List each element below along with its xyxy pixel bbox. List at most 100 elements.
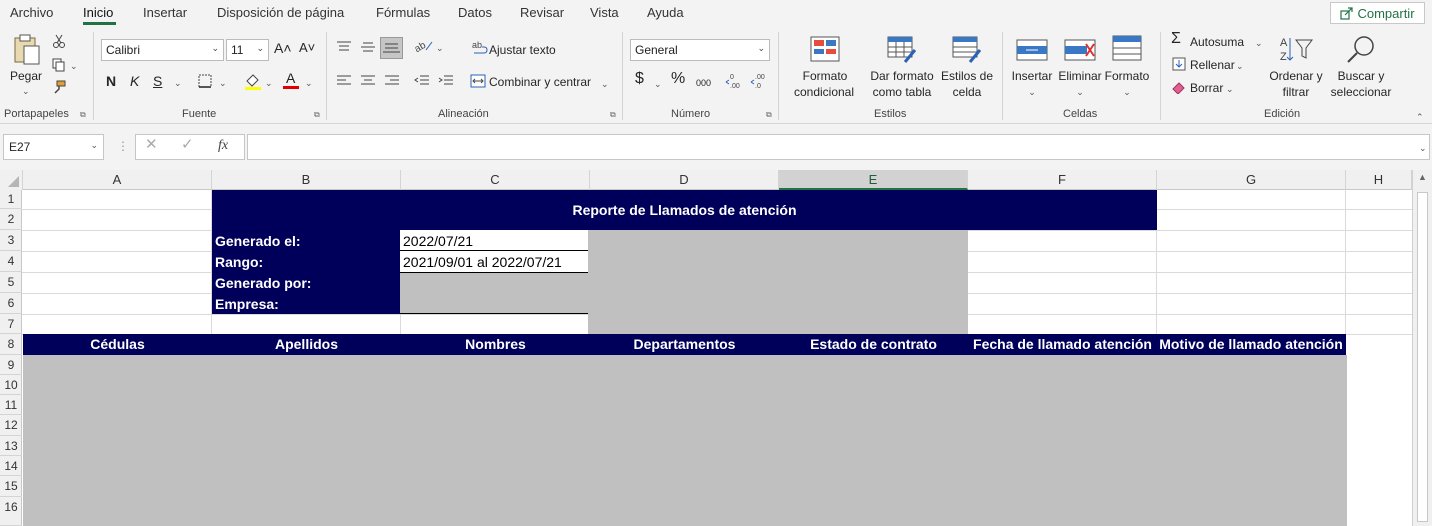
row-header[interactable]: 2 (0, 209, 22, 230)
eraser-icon[interactable] (1172, 80, 1186, 94)
delete-cells-label[interactable]: Eliminar (1053, 68, 1107, 84)
row-header[interactable]: 7 (0, 314, 22, 334)
increase-decimal-icon[interactable]: 0.00 (725, 72, 745, 90)
header-estado-contrato[interactable]: Estado de contrato (779, 335, 968, 354)
row-header[interactable]: 9 (0, 355, 22, 375)
wrap-text-button[interactable]: Ajustar texto (489, 43, 556, 57)
format-dropdown-icon[interactable]: ⌄ (1121, 84, 1133, 100)
increase-indent-icon[interactable] (438, 74, 454, 88)
tab-datos[interactable]: Datos (458, 5, 492, 20)
autosum-button[interactable]: Autosuma (1190, 35, 1244, 49)
font-size-select[interactable]: 11 ⌄ (226, 39, 269, 61)
merge-center-button[interactable]: Combinar y centrar (489, 75, 591, 89)
decrease-indent-icon[interactable] (414, 74, 430, 88)
fill-dropdown-icon[interactable]: ⌄ (1236, 59, 1244, 73)
decrease-font-icon[interactable]: A˅ (299, 41, 315, 55)
row-header[interactable]: 1 (0, 190, 22, 209)
collapse-ribbon-icon[interactable]: ⌃ (1416, 110, 1424, 124)
cancel-icon[interactable]: ✕ (145, 137, 158, 152)
autosum-icon[interactable]: Σ (1171, 31, 1181, 47)
cell-styles-label-1[interactable]: Estilos de (934, 68, 1000, 84)
row-header[interactable]: 15 (0, 476, 22, 497)
font-launcher-icon[interactable]: ⧉ (314, 110, 320, 120)
number-launcher-icon[interactable]: ⧉ (766, 110, 772, 120)
wrap-text-icon[interactable]: ab (472, 40, 488, 56)
share-button[interactable]: Compartir (1330, 2, 1425, 24)
tab-disposicion[interactable]: Disposición de página (217, 5, 344, 20)
find-select-label-1[interactable]: Buscar y (1326, 68, 1396, 84)
tab-vista[interactable]: Vista (590, 5, 619, 20)
format-cells-icon[interactable] (1112, 34, 1142, 62)
sort-filter-icon[interactable]: AZ (1280, 34, 1314, 64)
delete-dropdown-icon[interactable]: ⌄ (1074, 84, 1086, 100)
insert-cells-icon[interactable] (1016, 38, 1048, 62)
header-fecha-llamado[interactable]: Fecha de llamado atención (968, 335, 1157, 354)
decrease-decimal-icon[interactable]: .00.0 (750, 72, 770, 90)
header-cedulas[interactable]: Cédulas (23, 335, 212, 354)
row-header[interactable]: 8 (0, 334, 22, 355)
row-header[interactable]: 4 (0, 251, 22, 272)
column-header-b[interactable]: B (212, 170, 401, 190)
align-bottom-button[interactable] (380, 37, 403, 59)
copy-icon[interactable] (52, 58, 66, 72)
generated-by-company-cell[interactable] (400, 273, 588, 313)
column-header-e[interactable]: E (779, 170, 968, 190)
header-departamentos[interactable]: Departamentos (590, 335, 779, 354)
increase-font-icon[interactable]: A˄ (274, 41, 292, 55)
currency-button[interactable]: $ (635, 71, 644, 87)
enter-icon[interactable]: ✓ (181, 137, 194, 152)
cut-icon[interactable] (52, 34, 66, 48)
copy-dropdown-icon[interactable]: ⌄ (70, 59, 78, 73)
row-header[interactable]: 13 (0, 436, 22, 456)
table-body-area[interactable] (23, 355, 1347, 526)
row-header[interactable]: 11 (0, 395, 22, 415)
thousands-button[interactable]: 000 (696, 76, 711, 90)
delete-cells-icon[interactable] (1064, 38, 1096, 62)
row-header[interactable]: 3 (0, 230, 22, 251)
fill-down-icon[interactable] (1172, 57, 1186, 71)
sort-filter-label-2[interactable]: filtrar (1266, 84, 1326, 100)
orientation-dropdown-icon[interactable]: ⌄ (436, 41, 444, 55)
formula-input[interactable] (247, 134, 1430, 160)
column-header-c[interactable]: C (401, 170, 590, 190)
insert-dropdown-icon[interactable]: ⌄ (1026, 84, 1038, 100)
vertical-scrollbar[interactable]: ▲ (1412, 170, 1432, 526)
row-header[interactable]: 16 (0, 497, 22, 526)
conditional-format-label-2[interactable]: condicional (784, 84, 864, 100)
align-top-icon[interactable] (336, 40, 352, 54)
fill-button[interactable]: Rellenar (1190, 58, 1235, 72)
paste-dropdown-icon[interactable]: ⌄ (22, 84, 30, 98)
format-as-table-label-1[interactable]: Dar formato (867, 68, 937, 84)
underline-dropdown-icon[interactable]: ⌄ (174, 76, 182, 90)
tab-ayuda[interactable]: Ayuda (647, 5, 684, 20)
align-left-icon[interactable] (336, 74, 352, 88)
insert-cells-label[interactable]: Insertar (1005, 68, 1059, 84)
borders-icon[interactable] (198, 74, 212, 88)
row-header[interactable]: 6 (0, 293, 22, 314)
row-header[interactable]: 10 (0, 375, 22, 395)
alignment-launcher-icon[interactable]: ⧉ (610, 110, 616, 120)
percent-button[interactable]: % (671, 71, 685, 87)
header-nombres[interactable]: Nombres (401, 335, 590, 354)
borders-dropdown-icon[interactable]: ⌄ (219, 76, 227, 90)
find-select-label-2[interactable]: seleccionar (1322, 84, 1400, 100)
find-select-icon[interactable] (1346, 34, 1378, 64)
scroll-up-icon[interactable]: ▲ (1418, 172, 1427, 182)
autosum-dropdown-icon[interactable]: ⌄ (1255, 36, 1263, 50)
format-painter-icon[interactable] (52, 80, 66, 94)
expand-formula-bar-icon[interactable]: ⌄ (1419, 141, 1427, 155)
tab-formulas[interactable]: Fórmulas (376, 5, 430, 20)
align-middle-icon[interactable] (360, 40, 376, 54)
column-header-a[interactable]: A (23, 170, 212, 190)
header-motivo-llamado[interactable]: Motivo de llamado atención (1156, 335, 1346, 354)
column-header-f[interactable]: F (968, 170, 1157, 190)
align-center-icon[interactable] (360, 74, 376, 88)
format-cells-label[interactable]: Formato (1100, 68, 1154, 84)
insert-function-button[interactable]: fx (218, 139, 228, 153)
column-header-h[interactable]: H (1346, 170, 1412, 190)
italic-button[interactable]: K (130, 74, 139, 88)
cell-styles-label-2[interactable]: celda (934, 84, 1000, 100)
name-box[interactable]: E27 ⌄ (3, 134, 104, 160)
row-header[interactable]: 5 (0, 272, 22, 293)
merge-dropdown-icon[interactable]: ⌄ (601, 77, 609, 91)
